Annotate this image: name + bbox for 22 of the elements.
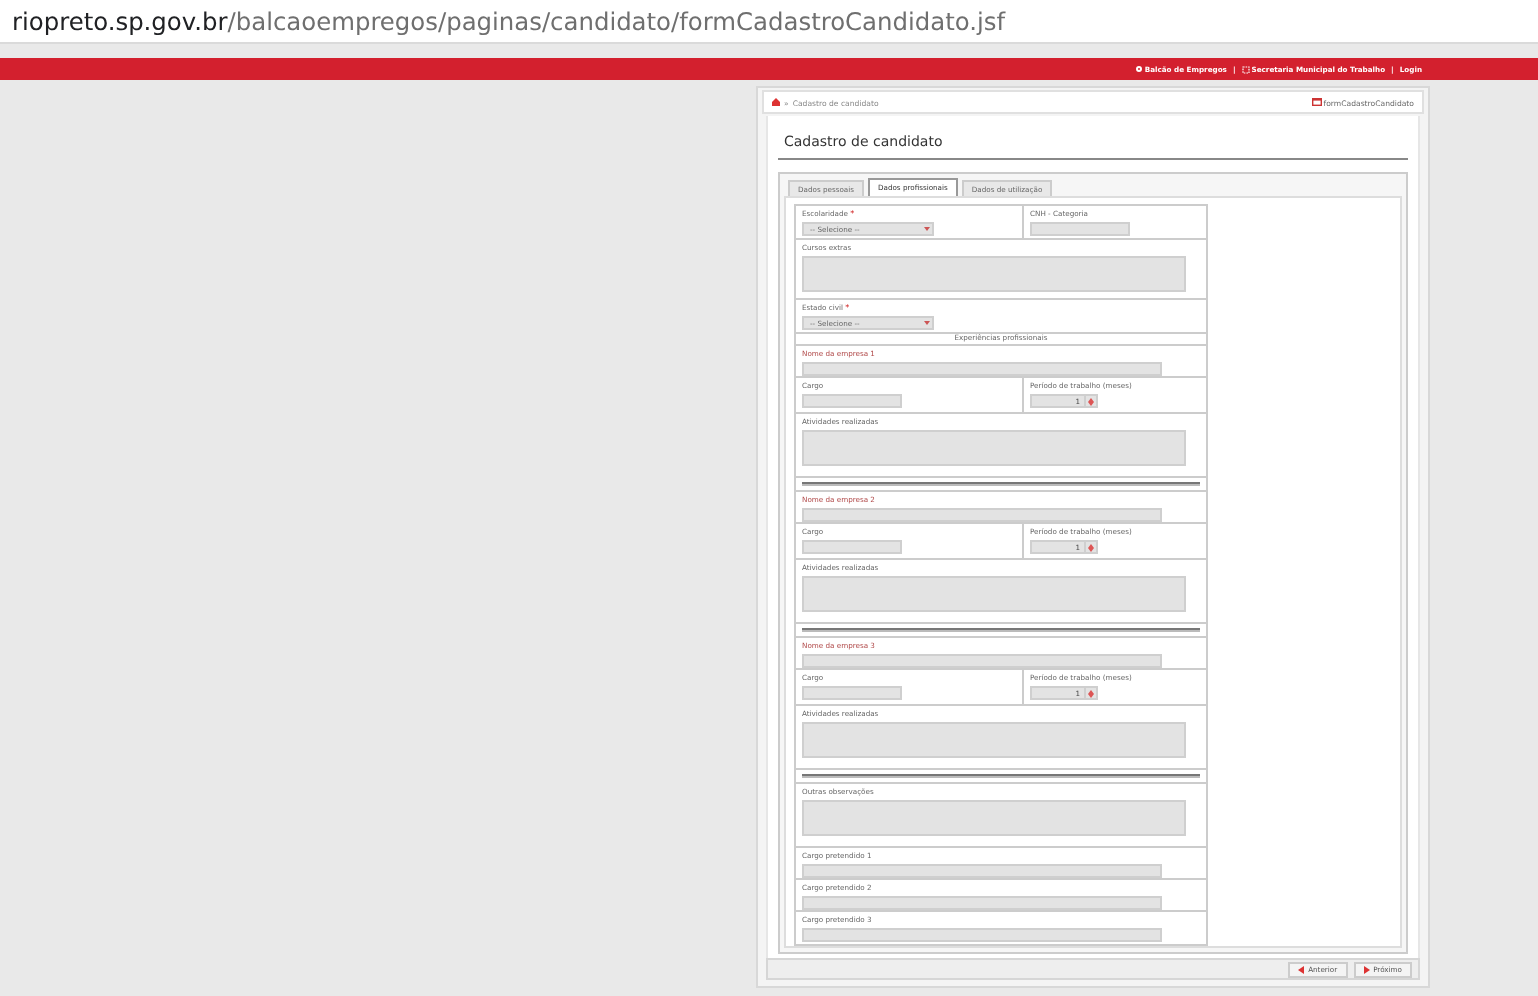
dropdown-icon — [922, 224, 932, 234]
input-field[interactable] — [1030, 222, 1130, 236]
left-arrow-icon — [1298, 965, 1305, 973]
dropdown-icon — [922, 318, 932, 328]
circle-icon — [1136, 66, 1143, 72]
input-field[interactable] — [802, 540, 902, 554]
input-field[interactable] — [802, 362, 1162, 376]
input-field[interactable] — [802, 928, 1162, 942]
input-field[interactable] — [802, 864, 1162, 878]
input-field[interactable] — [802, 508, 1162, 522]
calendar-icon — [1311, 98, 1322, 106]
home-icon[interactable] — [772, 98, 780, 106]
input-field[interactable] — [802, 654, 1162, 668]
text-area[interactable] — [802, 256, 1186, 292]
text-area[interactable] — [802, 576, 1186, 612]
text-area[interactable] — [802, 800, 1186, 836]
right-arrow-icon — [1363, 965, 1370, 973]
input-field[interactable] — [802, 394, 902, 408]
text-area[interactable] — [802, 430, 1186, 466]
input-field[interactable] — [802, 896, 1162, 910]
input-field[interactable] — [802, 686, 902, 700]
text-area[interactable] — [802, 722, 1186, 758]
